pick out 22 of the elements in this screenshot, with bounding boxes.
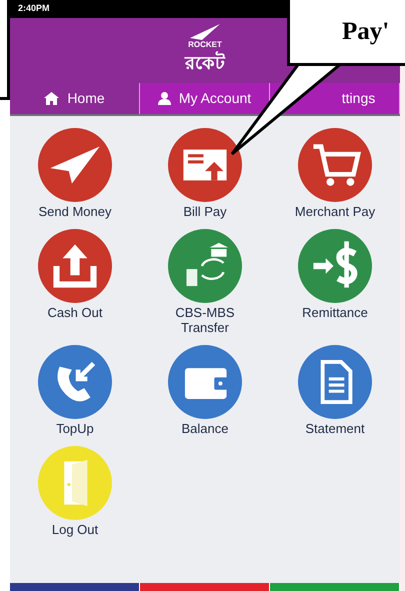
service-button[interactable]: Send Money <box>10 128 140 219</box>
service-button[interactable]: Remittance <box>270 229 400 335</box>
service-button[interactable]: Log Out <box>10 446 140 537</box>
service-button[interactable]: TopUp <box>10 345 140 436</box>
nav-tab[interactable]: My Account <box>140 83 270 114</box>
status-time: 2:40PM <box>18 2 50 16</box>
service-button[interactable]: Merchant Pay <box>270 128 400 219</box>
service-button[interactable]: CBS-MBS Transfer <box>140 229 270 335</box>
paper-plane-icon <box>190 24 220 40</box>
bottom-tab[interactable] <box>10 583 140 591</box>
service-button[interactable]: Statement <box>270 345 400 436</box>
user-icon <box>158 92 171 105</box>
bottom-tab[interactable] <box>140 583 270 591</box>
service-button[interactable]: Cash Out <box>10 229 140 335</box>
callout-box: Pay' <box>287 0 405 66</box>
service-button[interactable]: Bill Pay <box>140 128 270 219</box>
service-button[interactable]: Balance <box>140 345 270 436</box>
nav-tab[interactable]: Home <box>10 83 140 114</box>
bottom-tab[interactable] <box>270 583 400 591</box>
logo-caption: ROCKET <box>188 40 222 50</box>
logo-wordmark: রকেট <box>185 50 225 76</box>
home-icon <box>44 92 60 105</box>
